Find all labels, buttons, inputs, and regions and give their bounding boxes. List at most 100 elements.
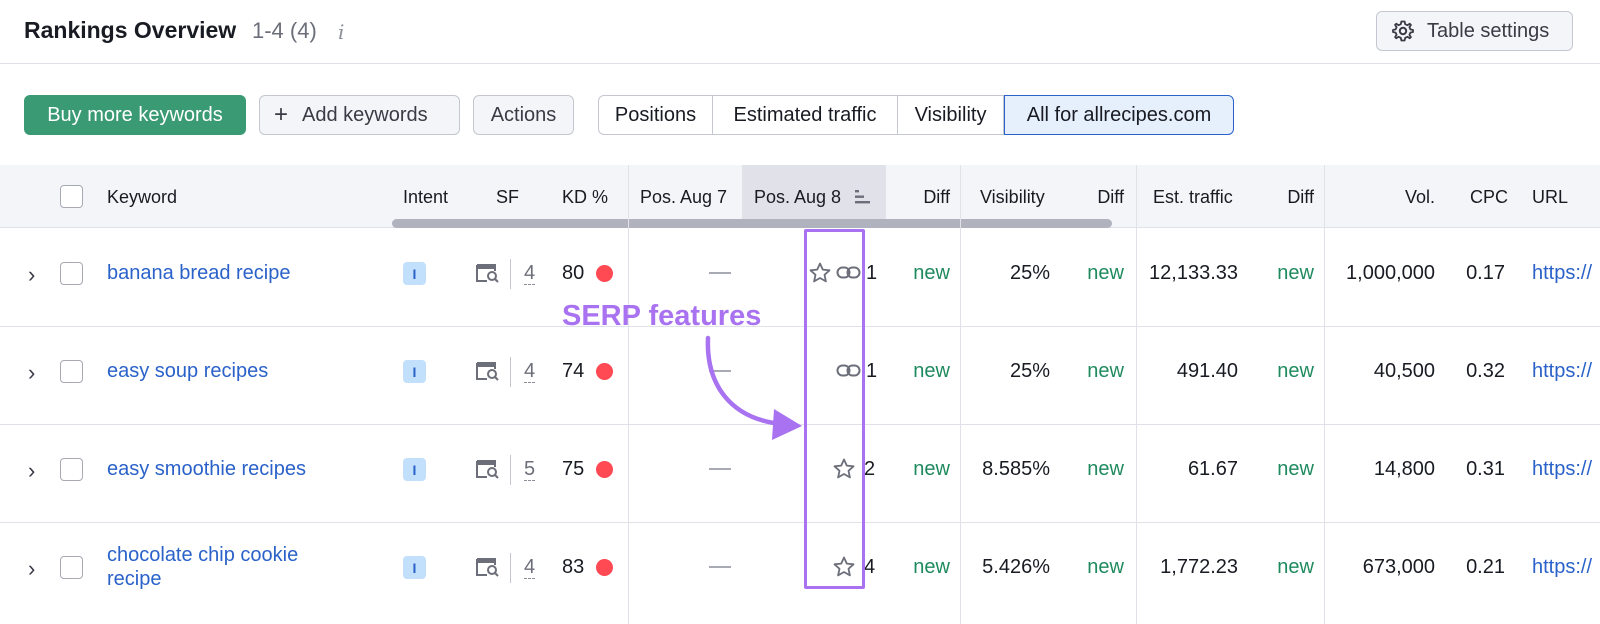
diff-value: new bbox=[1087, 262, 1124, 284]
serp-features-highlight-box bbox=[804, 229, 865, 589]
table-settings-button[interactable]: Table settings bbox=[1376, 11, 1573, 51]
keyword-link-line-2[interactable]: recipe bbox=[107, 568, 161, 591]
sf-separator bbox=[510, 259, 511, 289]
col-pos-aug-8[interactable]: Pos. Aug 8 bbox=[754, 187, 841, 208]
expand-chevron-icon[interactable]: › bbox=[28, 556, 35, 582]
cpc-value: 0.31 bbox=[1466, 458, 1505, 480]
visibility-value: 5.426% bbox=[982, 556, 1050, 578]
col-diff-1[interactable]: Diff bbox=[900, 187, 950, 208]
table-settings-label: Table settings bbox=[1427, 19, 1550, 42]
volume-value: 1,000,000 bbox=[1346, 262, 1435, 284]
col-est-traffic[interactable]: Est. traffic bbox=[1153, 187, 1233, 208]
serp-features-count[interactable]: 4 bbox=[524, 262, 536, 285]
diff-value: new bbox=[1277, 458, 1314, 480]
keyword-link[interactable]: easy soup recipes bbox=[107, 360, 268, 383]
visibility-value: 25% bbox=[1009, 360, 1050, 382]
kd-difficulty-dot bbox=[596, 363, 613, 380]
position-value: 1 bbox=[866, 262, 878, 284]
annotation-arrow-icon bbox=[705, 335, 802, 440]
position-value: 2 bbox=[864, 458, 876, 480]
intent-badge[interactable]: I bbox=[403, 556, 426, 579]
page-header: Rankings Overview 1-4 (4) i Table settin… bbox=[0, 0, 1600, 64]
tab-positions[interactable]: Positions bbox=[598, 95, 713, 135]
diff-value: new bbox=[1087, 458, 1124, 480]
tab-all-for-domain[interactable]: All for allrecipes.com bbox=[1004, 95, 1234, 135]
kd-value: 74 bbox=[562, 360, 585, 382]
keyword-link[interactable]: easy smoothie recipes bbox=[107, 458, 306, 481]
serp-snapshot-icon[interactable] bbox=[475, 359, 501, 383]
url-link[interactable]: https:// bbox=[1532, 458, 1592, 481]
traffic-value: 1,772.23 bbox=[1160, 556, 1238, 578]
col-url[interactable]: URL bbox=[1532, 187, 1568, 208]
diff-value: new bbox=[1277, 556, 1314, 578]
volume-value: 40,500 bbox=[1373, 360, 1435, 382]
serp-snapshot-icon[interactable] bbox=[475, 555, 501, 579]
visibility-value: 25% bbox=[1009, 262, 1050, 284]
col-intent[interactable]: Intent bbox=[403, 187, 448, 208]
select-all-checkbox[interactable] bbox=[60, 185, 83, 208]
serp-features-annotation: SERP features bbox=[562, 300, 762, 332]
position-value: 4 bbox=[864, 556, 876, 578]
result-count: 1-4 (4) bbox=[252, 18, 317, 43]
intent-badge[interactable]: I bbox=[403, 458, 426, 481]
buy-more-keywords-button[interactable]: Buy more keywords bbox=[24, 95, 246, 135]
row-checkbox[interactable] bbox=[60, 262, 83, 285]
no-position-dash bbox=[709, 468, 731, 470]
intent-badge[interactable]: I bbox=[403, 262, 426, 285]
kd-difficulty-dot bbox=[596, 265, 613, 282]
col-diff-3[interactable]: Diff bbox=[1264, 187, 1314, 208]
row-checkbox[interactable] bbox=[60, 360, 83, 383]
diff-value: new bbox=[1087, 556, 1124, 578]
url-link[interactable]: https:// bbox=[1532, 360, 1592, 383]
diff-value: new bbox=[913, 458, 950, 480]
serp-features-count[interactable]: 4 bbox=[524, 360, 536, 383]
row-checkbox[interactable] bbox=[60, 556, 83, 579]
add-keywords-button[interactable]: + Add keywords bbox=[259, 95, 460, 135]
traffic-value: 12,133.33 bbox=[1149, 262, 1238, 284]
sort-icon[interactable] bbox=[854, 189, 872, 205]
keyword-link[interactable]: chocolate chip cookie bbox=[107, 544, 298, 567]
diff-value: new bbox=[913, 262, 950, 284]
col-sf[interactable]: SF bbox=[496, 187, 519, 208]
tab-estimated-traffic[interactable]: Estimated traffic bbox=[713, 95, 898, 135]
url-link[interactable]: https:// bbox=[1532, 556, 1592, 579]
row-checkbox[interactable] bbox=[60, 458, 83, 481]
traffic-value: 61.67 bbox=[1187, 458, 1238, 480]
horizontal-scrollbar[interactable] bbox=[392, 219, 1112, 228]
col-keyword[interactable]: Keyword bbox=[107, 187, 177, 208]
expand-chevron-icon[interactable]: › bbox=[28, 262, 35, 288]
page-title: Rankings Overview bbox=[24, 17, 237, 43]
actions-button[interactable]: Actions bbox=[473, 95, 574, 135]
col-diff-2[interactable]: Diff bbox=[1074, 187, 1124, 208]
diff-value: new bbox=[913, 360, 950, 382]
diff-value: new bbox=[1087, 360, 1124, 382]
serp-snapshot-icon[interactable] bbox=[475, 457, 501, 481]
col-visibility[interactable]: Visibility bbox=[980, 187, 1045, 208]
col-cpc[interactable]: CPC bbox=[1470, 187, 1508, 208]
col-kd[interactable]: KD % bbox=[562, 187, 608, 208]
no-position-dash bbox=[709, 272, 731, 274]
table-row: › chocolate chip cookie recipe I 4 83 4 … bbox=[0, 523, 1600, 621]
cpc-value: 0.21 bbox=[1466, 556, 1505, 578]
col-pos-aug-7[interactable]: Pos. Aug 7 bbox=[640, 187, 727, 208]
tab-visibility[interactable]: Visibility bbox=[898, 95, 1004, 135]
serp-snapshot-icon[interactable] bbox=[475, 261, 501, 285]
kd-value: 80 bbox=[562, 262, 585, 284]
expand-chevron-icon[interactable]: › bbox=[28, 458, 35, 484]
plus-icon: + bbox=[274, 101, 289, 128]
expand-chevron-icon[interactable]: › bbox=[28, 360, 35, 386]
sf-separator bbox=[510, 455, 511, 485]
cpc-value: 0.32 bbox=[1466, 360, 1505, 382]
diff-value: new bbox=[1277, 360, 1314, 382]
kd-value: 75 bbox=[562, 458, 585, 480]
serp-features-count[interactable]: 4 bbox=[524, 556, 536, 579]
traffic-value: 491.40 bbox=[1176, 360, 1238, 382]
info-icon[interactable]: i bbox=[338, 20, 344, 44]
sf-separator bbox=[510, 357, 511, 387]
col-volume[interactable]: Vol. bbox=[1390, 187, 1435, 208]
kd-difficulty-dot bbox=[596, 461, 613, 478]
serp-features-count[interactable]: 5 bbox=[524, 458, 536, 481]
url-link[interactable]: https:// bbox=[1532, 262, 1592, 285]
keyword-link[interactable]: banana bread recipe bbox=[107, 262, 290, 285]
intent-badge[interactable]: I bbox=[403, 360, 426, 383]
